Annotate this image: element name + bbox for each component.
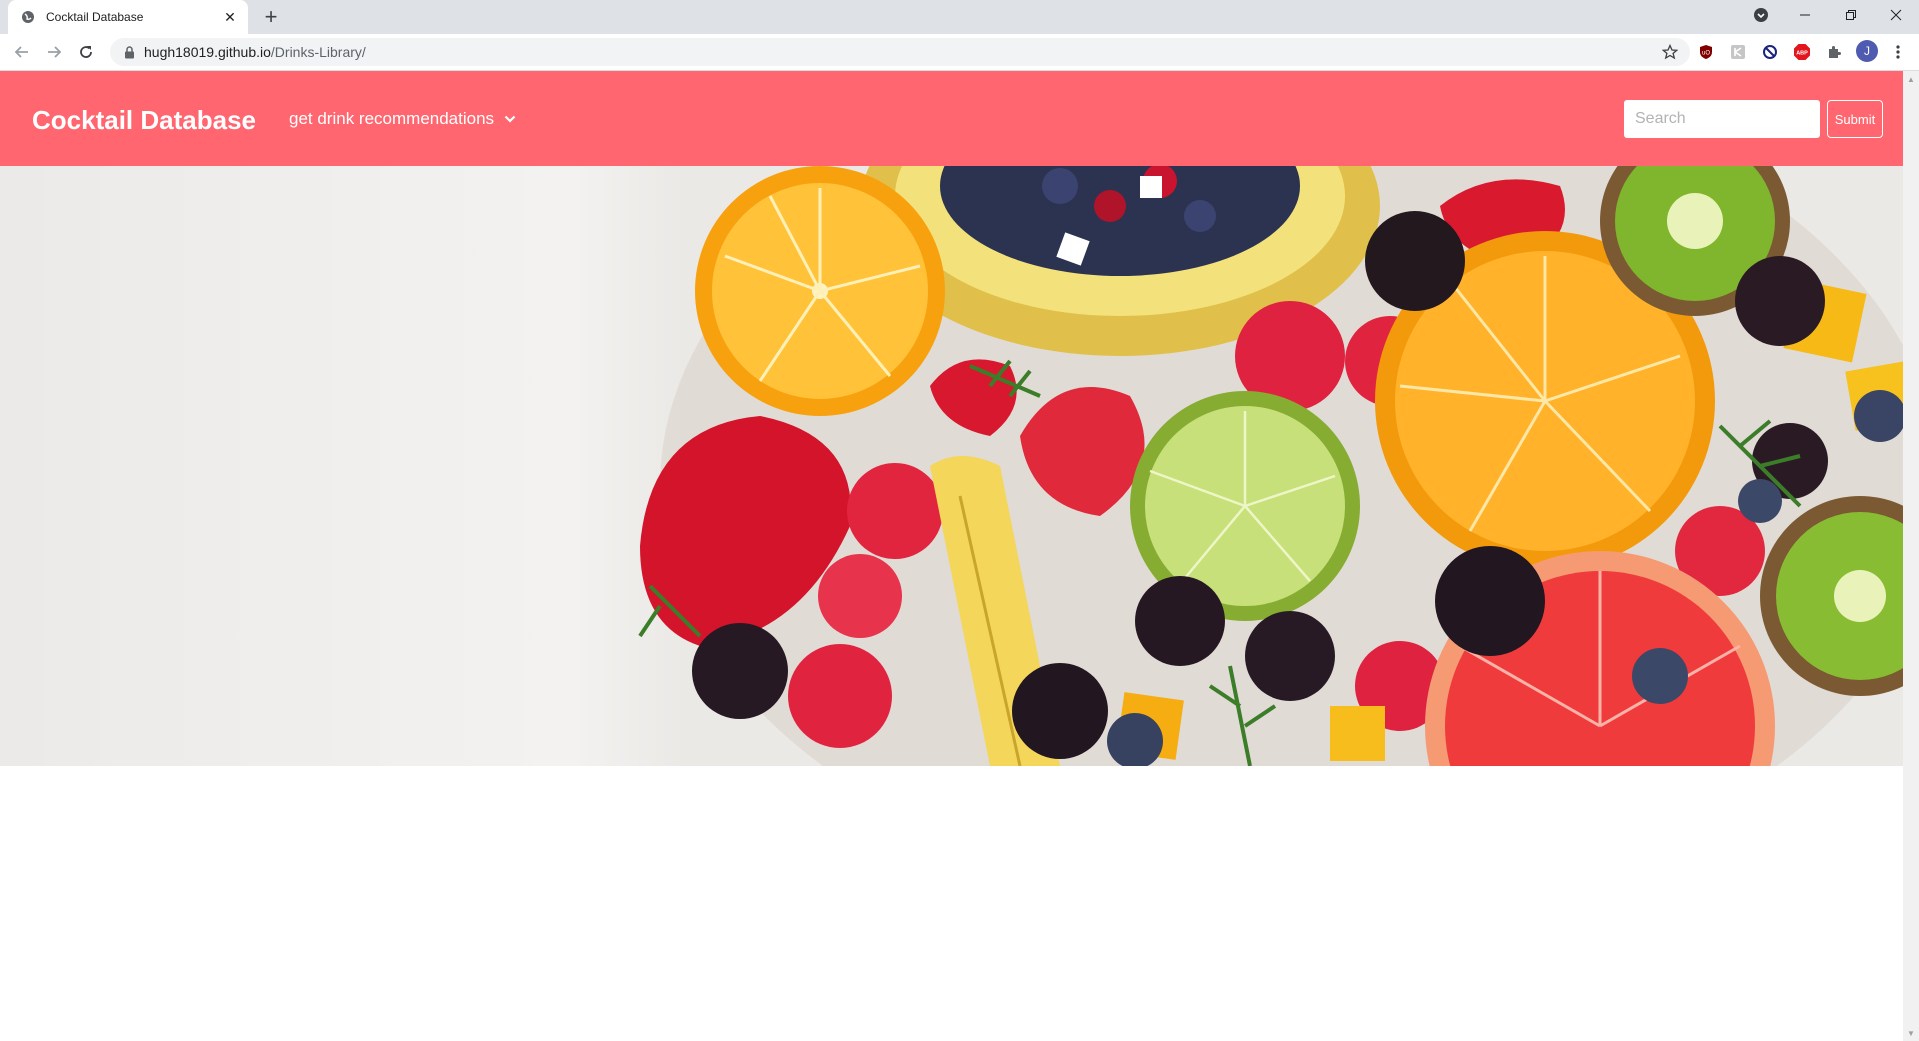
block-icon[interactable]	[1760, 42, 1780, 62]
reload-icon[interactable]	[74, 40, 98, 64]
forward-arrow-icon[interactable]	[42, 40, 66, 64]
new-tab-button[interactable]: +	[260, 6, 282, 28]
back-arrow-icon[interactable]	[10, 40, 34, 64]
bookmark-star-icon[interactable]	[1661, 43, 1679, 65]
extension-icon[interactable]	[1728, 42, 1748, 62]
address-bar[interactable]: hugh18019.github.io/Drinks-Library/	[110, 38, 1690, 66]
globe-icon	[20, 9, 36, 25]
url-host: hugh18019.github.io	[144, 44, 271, 60]
search-input[interactable]	[1624, 100, 1820, 138]
more-menu-icon[interactable]	[1888, 42, 1908, 62]
scroll-down-arrow-icon[interactable]: ▼	[1907, 1029, 1915, 1038]
chevron-down-icon	[504, 112, 518, 126]
tab-title: Cocktail Database	[46, 10, 144, 24]
ublock-icon[interactable]: uO	[1696, 42, 1716, 62]
close-window-icon[interactable]	[1873, 0, 1919, 30]
browser-toolbar: hugh18019.github.io/Drinks-Library/ uO A…	[0, 34, 1919, 71]
page-scrollbar[interactable]: ▲ ▼	[1903, 71, 1919, 1041]
recommendations-dropdown[interactable]: get drink recommendations	[289, 109, 518, 129]
browser-tab-bar: Cocktail Database ✕ +	[0, 0, 1919, 34]
fruit-illustration	[638, 166, 1903, 766]
dropdown-label: get drink recommendations	[289, 109, 495, 128]
close-tab-icon[interactable]: ✕	[220, 7, 240, 27]
tab-search-icon[interactable]	[1738, 0, 1784, 30]
svg-text:uO: uO	[1702, 51, 1710, 57]
minimize-icon[interactable]	[1782, 0, 1828, 30]
svg-text:ABP: ABP	[1796, 51, 1808, 57]
browser-tab[interactable]: Cocktail Database ✕	[8, 0, 248, 34]
lock-icon[interactable]	[122, 45, 136, 59]
url-text[interactable]: hugh18019.github.io/Drinks-Library/	[144, 44, 366, 60]
url-path: /Drinks-Library/	[270, 44, 366, 60]
restore-icon[interactable]	[1828, 0, 1874, 30]
site-brand[interactable]: Cocktail Database	[32, 105, 256, 136]
page-viewport: Cocktail Database get drink recommendati…	[0, 71, 1903, 1041]
puzzle-icon[interactable]	[1824, 42, 1844, 62]
profile-avatar[interactable]: J	[1856, 40, 1878, 62]
hero-fruit-image	[0, 166, 1903, 766]
site-navbar: Cocktail Database get drink recommendati…	[0, 71, 1903, 166]
scroll-up-arrow-icon[interactable]: ▲	[1907, 75, 1915, 84]
adblock-plus-icon[interactable]: ABP	[1792, 42, 1812, 62]
submit-button[interactable]: Submit	[1827, 100, 1883, 138]
